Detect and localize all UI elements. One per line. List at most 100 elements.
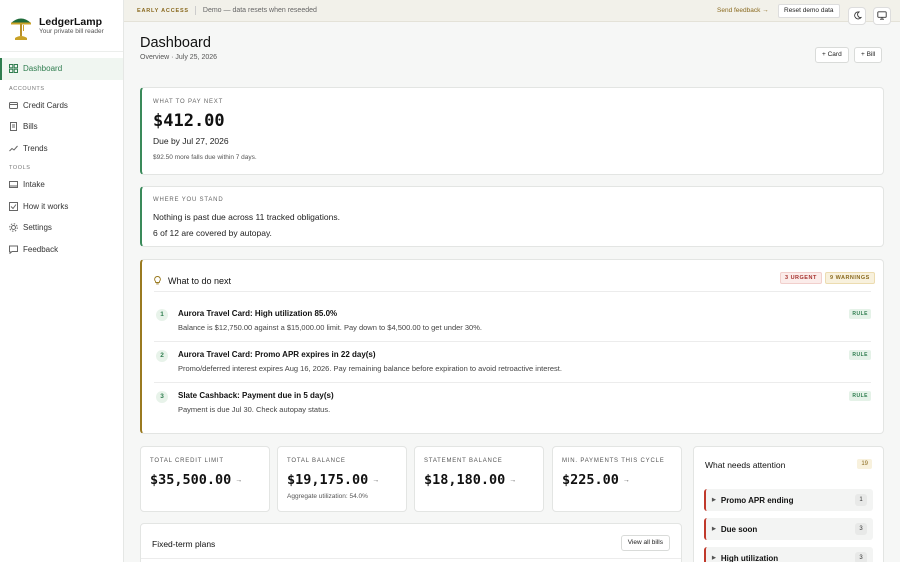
- gear-icon: [9, 223, 18, 233]
- sidebar-item-label: Credit Cards: [23, 100, 68, 110]
- theme-toggle-button[interactable]: [848, 7, 866, 25]
- standing-autopay-summary: 6 of 12 are covered by autopay.: [153, 228, 272, 238]
- accounts-section-header: ACCOUNTS: [9, 85, 45, 92]
- send-feedback-link[interactable]: Send feedback →: [717, 7, 769, 14]
- add-card-button[interactable]: + Card: [815, 47, 849, 63]
- sidebar-item-intake[interactable]: Intake: [0, 174, 123, 196]
- todo-item-description: Promo/deferred interest expires Aug 16, …: [178, 364, 562, 373]
- rule-badge: RULE: [849, 309, 871, 319]
- sidebar-item-dashboard[interactable]: Dashboard: [0, 58, 123, 80]
- pay-next-note: $92.50 more falls due within 7 days.: [153, 154, 257, 161]
- pay-next-card: WHAT TO PAY NEXT $412.00 Due by Jul 27, …: [140, 87, 884, 175]
- warning-count-badge: 9 WARNINGS: [825, 272, 875, 284]
- todo-header: What to do next: [154, 272, 231, 290]
- reset-demo-button[interactable]: Reset demo data: [778, 4, 840, 18]
- grid-icon: [9, 64, 18, 74]
- stat-value: $19,175.00: [287, 472, 369, 488]
- attention-item-promo-apr[interactable]: ▶ Promo APR ending 1: [704, 489, 873, 511]
- stat-card-min-payments[interactable]: MIN. PAYMENTS THIS CYCLE $225.00 →: [552, 446, 682, 512]
- view-all-bills-button[interactable]: View all bills: [620, 535, 670, 551]
- stat-card-credit-limit[interactable]: TOTAL CREDIT LIMIT $35,500.00 →: [140, 446, 270, 512]
- attention-item-count: 3: [855, 552, 867, 562]
- todo-title: What to do next: [168, 276, 232, 286]
- todo-item-title: Aurora Travel Card: High utilization 85.…: [178, 309, 338, 318]
- todo-item[interactable]: 3 Slate Cashback: Payment due in 5 day(s…: [154, 382, 871, 423]
- stat-value: $35,500.00: [150, 472, 232, 488]
- early-access-banner: EARLY ACCESS Demo — data resets when res…: [124, 0, 900, 22]
- pay-next-amount: $412.00: [153, 111, 225, 131]
- display-settings-button[interactable]: [873, 7, 891, 25]
- caret-right-icon: ▶: [712, 555, 716, 561]
- arrow-right-icon: →: [372, 476, 380, 484]
- brand[interactable]: LedgerLamp Your private bill reader: [0, 0, 123, 52]
- attention-item-count: 1: [855, 494, 867, 506]
- early-access-tag: EARLY ACCESS: [137, 7, 189, 14]
- arrow-right-icon: →: [509, 476, 517, 484]
- sidebar-item-label: Settings: [23, 223, 52, 233]
- sidebar-item-how-it-works[interactable]: How it works: [0, 196, 123, 218]
- caret-right-icon: ▶: [712, 497, 716, 503]
- brand-name: LedgerLamp: [39, 15, 103, 28]
- todo-item-description: Payment is due Jul 30. Check autopay sta…: [178, 405, 331, 414]
- add-bill-button[interactable]: + Bill: [854, 47, 883, 63]
- attention-item-count: 3: [855, 523, 867, 535]
- sidebar-nav: Dashboard ACCOUNTS Credit Cards Bills Tr…: [0, 52, 123, 260]
- todo-item-description: Balance is $12,750.00 against a $15,000.…: [178, 323, 482, 332]
- sidebar-item-bills[interactable]: Bills: [0, 116, 123, 138]
- message-icon: [9, 245, 18, 254]
- banner-divider: [194, 6, 196, 15]
- attention-title: What needs attention: [705, 460, 786, 470]
- bankers-lamp-logo: [11, 18, 31, 40]
- brand-tagline: Your private bill reader: [39, 27, 104, 35]
- moon-icon: [853, 7, 862, 25]
- inbox-icon: [9, 180, 18, 189]
- stat-value: $18,180.00: [424, 472, 506, 488]
- sidebar-item-settings[interactable]: Settings: [0, 217, 123, 239]
- arrow-right-icon: →: [235, 476, 243, 484]
- rule-badge: RULE: [849, 350, 871, 360]
- todo-item[interactable]: 1 Aurora Travel Card: High utilization 8…: [154, 291, 871, 341]
- rule-badge: RULE: [849, 391, 871, 401]
- caret-right-icon: ▶: [712, 526, 716, 532]
- sidebar-item-label: Bills: [23, 122, 38, 132]
- sidebar-item-label: Dashboard: [23, 64, 63, 74]
- fixed-term-plans-card: Fixed-term plans View all bills: [140, 523, 682, 562]
- attention-item-high-utilization[interactable]: ▶ High utilization 3: [704, 547, 873, 562]
- attention-item-label: High utilization: [720, 553, 779, 562]
- monitor-icon: [877, 7, 887, 25]
- sidebar-item-label: How it works: [23, 201, 69, 211]
- sidebar-item-credit-cards[interactable]: Credit Cards: [0, 95, 123, 117]
- todo-card: What to do next 3 URGENT 9 WARNINGS 1 Au…: [140, 259, 884, 434]
- sidebar-item-feedback[interactable]: Feedback: [0, 239, 123, 261]
- standing-past-due-summary: Nothing is past due across 11 tracked ob…: [153, 212, 340, 222]
- sidebar-item-label: Intake: [23, 180, 45, 190]
- trend-line-icon: [9, 144, 18, 153]
- standing-card: WHERE YOU STAND Nothing is past due acro…: [140, 186, 884, 247]
- credit-card-icon: [9, 101, 18, 110]
- attention-item-label: Promo APR ending: [720, 495, 794, 505]
- step-number: 2: [156, 350, 168, 362]
- receipt-icon: [9, 122, 18, 132]
- attention-card: What needs attention 19 ▶ Promo APR endi…: [693, 446, 884, 562]
- utilization-note: Aggregate utilization: 54.0%: [287, 493, 368, 500]
- stat-card-statement-balance[interactable]: STATEMENT BALANCE $18,180.00 →: [414, 446, 544, 512]
- sidebar-item-trends[interactable]: Trends: [0, 138, 123, 160]
- plans-title: Fixed-term plans: [152, 539, 216, 549]
- tools-section-header: TOOLS: [9, 165, 31, 171]
- todo-item[interactable]: 2 Aurora Travel Card: Promo APR expires …: [154, 341, 871, 382]
- sidebar-item-label: Feedback: [23, 244, 59, 254]
- todo-item-title: Slate Cashback: Payment due in 5 day(s): [178, 391, 334, 400]
- page-title: Dashboard: [140, 35, 211, 51]
- sidebar: LedgerLamp Your private bill reader Dash…: [0, 0, 124, 562]
- step-number: 3: [156, 391, 168, 403]
- standing-eyebrow: WHERE YOU STAND: [153, 197, 224, 203]
- attention-total-badge: 19: [857, 459, 872, 469]
- stat-card-total-balance[interactable]: TOTAL BALANCE $19,175.00 → Aggregate uti…: [277, 446, 407, 512]
- stat-label: TOTAL CREDIT LIMIT: [150, 458, 224, 464]
- pay-next-due-date: Due by Jul 27, 2026: [153, 136, 229, 146]
- stat-value: $225.00: [562, 472, 619, 488]
- attention-item-due-soon[interactable]: ▶ Due soon 3: [704, 518, 873, 540]
- checkbox-icon: [9, 201, 18, 211]
- lightbulb-icon: [154, 272, 161, 290]
- stat-label: TOTAL BALANCE: [287, 458, 346, 464]
